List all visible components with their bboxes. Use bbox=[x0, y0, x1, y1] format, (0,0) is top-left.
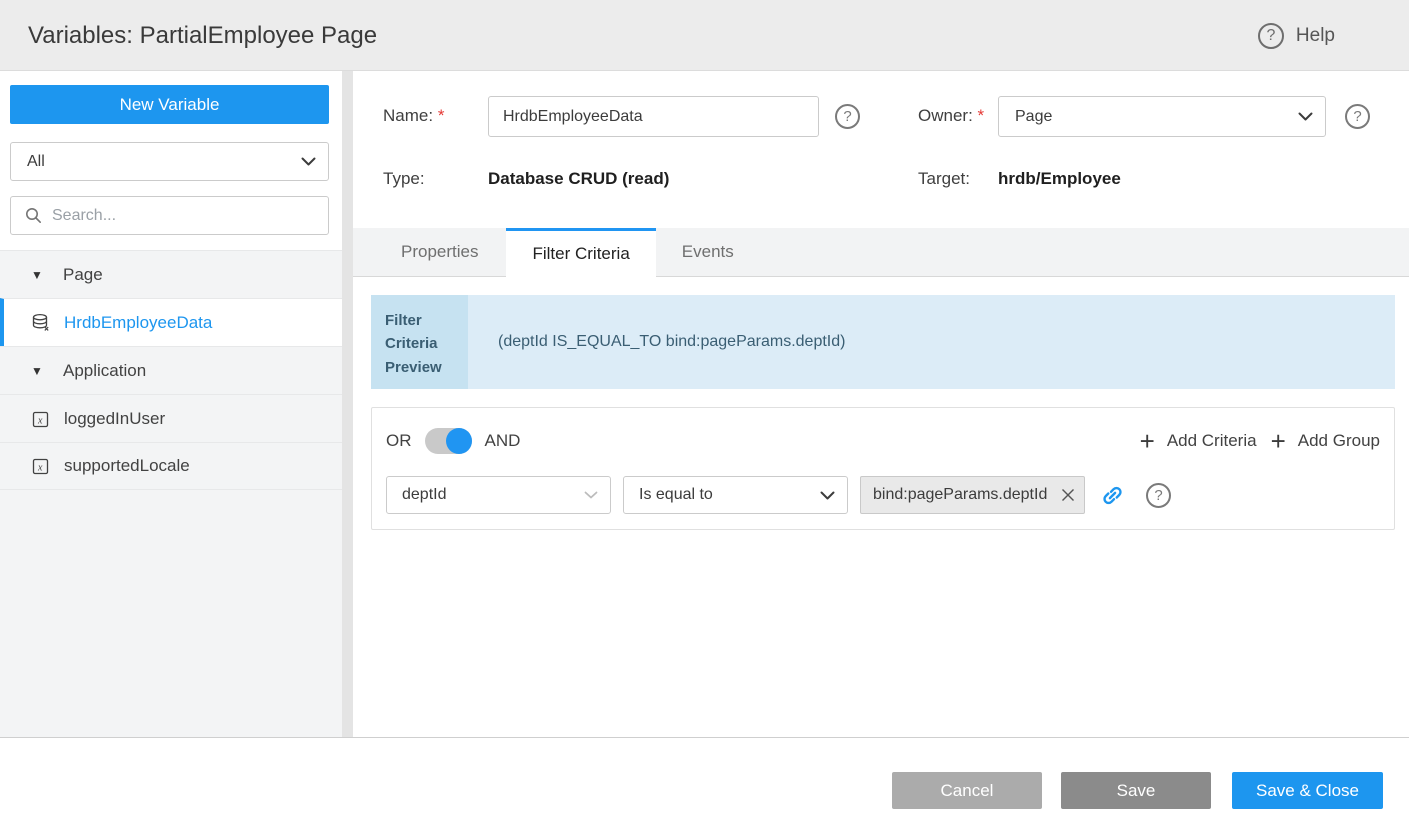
dialog-footer: Cancel Save Save & Close bbox=[0, 737, 1409, 838]
help-label: Help bbox=[1296, 25, 1335, 47]
tree-group-label: Application bbox=[63, 361, 146, 381]
name-field[interactable] bbox=[488, 96, 819, 137]
criteria-value-text: bind:pageParams.deptId bbox=[873, 486, 1058, 504]
help-circle-icon: ? bbox=[1258, 23, 1284, 49]
owner-help-icon[interactable]: ? bbox=[1345, 104, 1370, 129]
owner-select[interactable]: Page bbox=[998, 96, 1326, 137]
chevron-down-icon bbox=[820, 491, 835, 500]
tree-item-hrdbemployeedata[interactable]: HrdbEmployeeData bbox=[0, 298, 342, 346]
criteria-value-chip[interactable]: bind:pageParams.deptId bbox=[860, 476, 1085, 514]
variable-meta-row: Type: Database CRUD (read) Target: hrdb/… bbox=[383, 169, 1383, 193]
sidebar-empty-area bbox=[0, 490, 342, 737]
plus-icon: + bbox=[1140, 428, 1155, 454]
variables-dialog: Variables: PartialEmployee Page ? Help N… bbox=[0, 0, 1409, 838]
criteria-field-select[interactable]: deptId bbox=[386, 476, 611, 514]
variables-tree: ▼ Page HrdbEmployeeData ▼ Application bbox=[0, 250, 342, 490]
static-variable-icon: x bbox=[31, 456, 51, 476]
criteria-group: OR AND + Add Criteria + Add Group bbox=[371, 407, 1395, 530]
variable-search-box[interactable] bbox=[10, 196, 329, 235]
toggle-knob bbox=[446, 428, 472, 454]
search-icon bbox=[25, 207, 42, 224]
type-value: Database CRUD (read) bbox=[488, 169, 669, 189]
collapse-triangle-icon[interactable]: ▼ bbox=[31, 364, 45, 378]
criteria-actions: + Add Criteria + Add Group bbox=[1140, 428, 1380, 454]
cancel-button[interactable]: Cancel bbox=[892, 772, 1042, 809]
tree-item-loggedinuser[interactable]: x loggedInUser bbox=[0, 394, 342, 442]
chevron-down-icon bbox=[584, 491, 598, 499]
new-variable-button[interactable]: New Variable bbox=[10, 85, 329, 124]
name-label: Name: * bbox=[383, 106, 444, 126]
bind-link-icon[interactable] bbox=[1101, 484, 1124, 507]
chevron-down-icon bbox=[301, 157, 316, 166]
variable-detail-panel: Name: * ? Owner: * Page ? Type: Database… bbox=[353, 71, 1409, 737]
required-marker: * bbox=[438, 106, 445, 125]
add-group-label: Add Group bbox=[1298, 431, 1380, 451]
criteria-row: deptId Is equal to bind:pageParams.deptI… bbox=[386, 476, 1380, 514]
tree-item-label: HrdbEmployeeData bbox=[64, 313, 212, 333]
tree-group-page[interactable]: ▼ Page bbox=[0, 250, 342, 298]
name-help-icon[interactable]: ? bbox=[835, 104, 860, 129]
svg-text:x: x bbox=[37, 415, 43, 426]
filter-criteria-preview: Filter Criteria Preview (deptId IS_EQUAL… bbox=[371, 295, 1395, 389]
owner-label: Owner: * bbox=[918, 106, 984, 126]
preview-expression: (deptId IS_EQUAL_TO bind:pageParams.dept… bbox=[468, 295, 1395, 389]
tree-item-supportedlocale[interactable]: x supportedLocale bbox=[0, 442, 342, 490]
add-criteria-label: Add Criteria bbox=[1167, 431, 1257, 451]
tree-item-label: supportedLocale bbox=[64, 456, 190, 476]
sidebar-divider bbox=[342, 71, 353, 737]
svg-text:x: x bbox=[37, 463, 43, 474]
dialog-header: Variables: PartialEmployee Page ? Help bbox=[0, 0, 1409, 71]
tab-filter-criteria[interactable]: Filter Criteria bbox=[506, 228, 655, 277]
preview-label: Filter Criteria Preview bbox=[371, 295, 468, 389]
save-and-close-button[interactable]: Save & Close bbox=[1232, 772, 1383, 809]
tree-group-application[interactable]: ▼ Application bbox=[0, 346, 342, 394]
criteria-condition-value: Is equal to bbox=[624, 486, 820, 504]
page-title: Variables: PartialEmployee Page bbox=[28, 0, 377, 71]
tab-events[interactable]: Events bbox=[656, 228, 760, 277]
detail-tabbar: Properties Filter Criteria Events bbox=[353, 228, 1409, 277]
add-group-button[interactable]: + Add Group bbox=[1271, 428, 1380, 454]
variable-filter-select[interactable]: All bbox=[10, 142, 329, 181]
tab-properties[interactable]: Properties bbox=[375, 228, 506, 277]
variables-sidebar: New Variable All ▼ Page bbox=[0, 71, 342, 737]
owner-value: Page bbox=[999, 108, 1298, 126]
help-button[interactable]: ? Help bbox=[1258, 0, 1335, 71]
search-input[interactable] bbox=[52, 207, 292, 225]
variable-identity-row: Name: * ? Owner: * Page ? bbox=[383, 96, 1383, 137]
variable-filter-value: All bbox=[11, 153, 301, 171]
or-and-toggle[interactable] bbox=[425, 428, 472, 454]
plus-icon: + bbox=[1271, 428, 1286, 454]
chevron-down-icon bbox=[1298, 112, 1313, 121]
save-button[interactable]: Save bbox=[1061, 772, 1211, 809]
static-variable-icon: x bbox=[31, 409, 51, 429]
tree-item-label: loggedInUser bbox=[64, 409, 165, 429]
collapse-triangle-icon[interactable]: ▼ bbox=[31, 268, 45, 282]
criteria-condition-select[interactable]: Is equal to bbox=[623, 476, 848, 514]
database-variable-icon bbox=[31, 313, 51, 333]
criteria-help-icon[interactable]: ? bbox=[1146, 483, 1171, 508]
toggle-and-label: AND bbox=[485, 431, 521, 451]
required-marker: * bbox=[978, 106, 985, 125]
add-criteria-button[interactable]: + Add Criteria bbox=[1140, 428, 1257, 454]
tree-group-label: Page bbox=[63, 265, 103, 285]
type-label: Type: bbox=[383, 169, 425, 189]
remove-value-icon[interactable] bbox=[1060, 487, 1076, 503]
criteria-group-header: OR AND + Add Criteria + Add Group bbox=[386, 426, 1380, 456]
criteria-field-value: deptId bbox=[387, 486, 584, 504]
target-value: hrdb/Employee bbox=[998, 169, 1121, 189]
target-label: Target: bbox=[918, 169, 970, 189]
toggle-or-label: OR bbox=[386, 431, 412, 451]
